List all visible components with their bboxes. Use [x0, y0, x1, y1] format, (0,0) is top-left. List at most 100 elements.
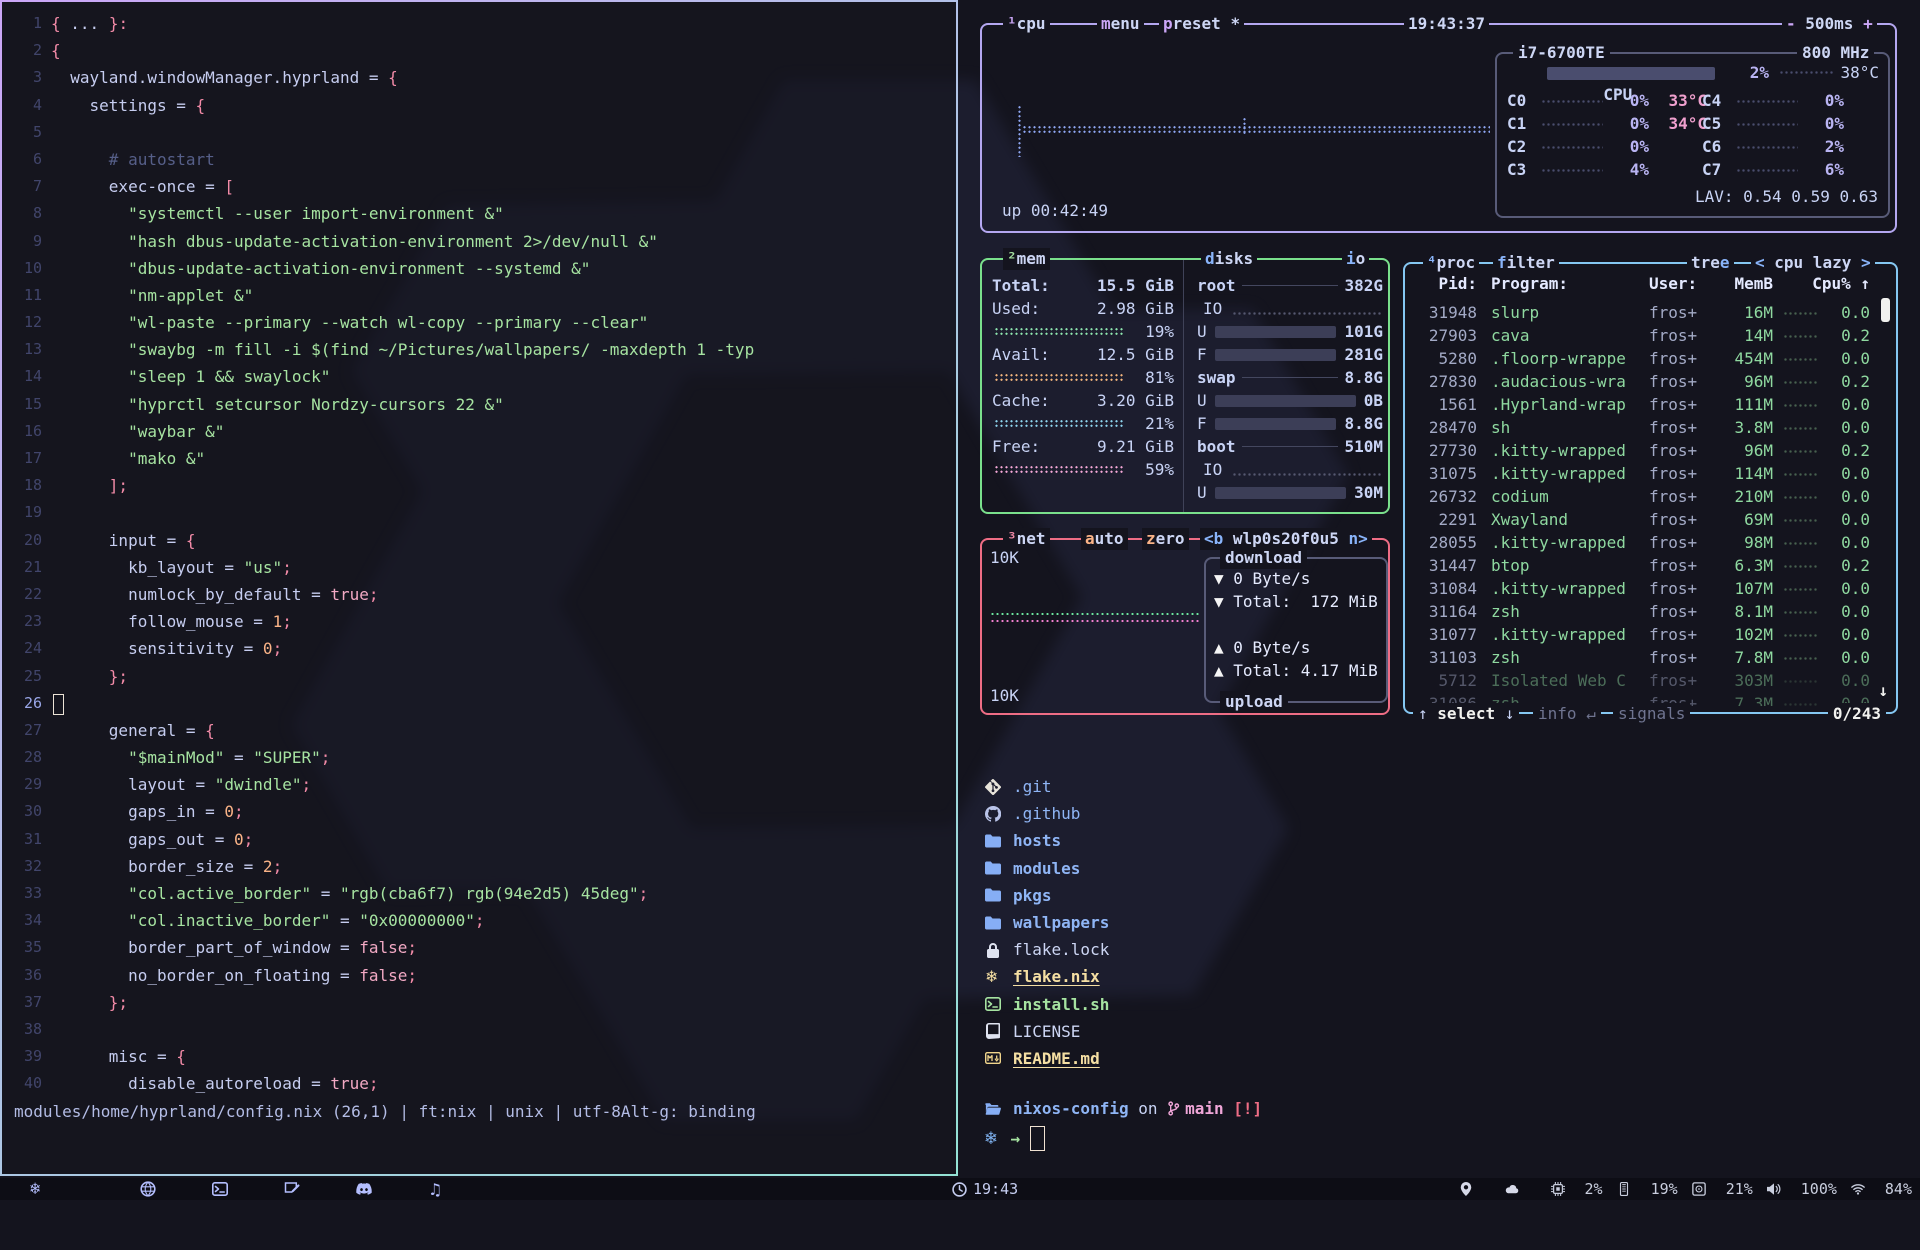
terminal-taskbar-icon[interactable]	[212, 1178, 240, 1200]
process-row[interactable]: 26732codiumfros+210M0.0	[1405, 485, 1896, 508]
line-number: 9	[2, 228, 51, 255]
terminal-cursor[interactable]	[1030, 1126, 1045, 1151]
core-row: C10%34°C	[1507, 113, 1707, 135]
hdd-value: 21%	[1726, 1180, 1753, 1198]
code-text: };	[51, 989, 956, 1016]
mem-box: ²mem disks io Total:15.5 GiBUsed:2.98 Gi…	[980, 258, 1390, 514]
sort-selector[interactable]: < cpu lazy >	[1751, 252, 1875, 274]
file-name: pkgs	[1013, 882, 1052, 909]
code-line: 22 numlock_by_default = true;	[2, 581, 956, 608]
tab-zero[interactable]: zero	[1142, 528, 1189, 550]
tab-menu[interactable]: menu	[1097, 13, 1144, 35]
shell-window[interactable]: .git.githubhostsmodulespkgswallpapersfla…	[963, 745, 1920, 1177]
core-row: C76%	[1702, 159, 1844, 181]
tab-filter[interactable]: filter	[1493, 252, 1559, 274]
code-text: layout = "dwindle";	[51, 771, 956, 798]
process-row[interactable]: 31948slurpfros+16M0.0	[1405, 301, 1896, 324]
code-line: 24 sensitivity = 0;	[2, 635, 956, 662]
process-row[interactable]: 31447btopfros+6.3M0.2	[1405, 554, 1896, 577]
clock-module[interactable]: 19:43	[952, 1178, 1018, 1200]
code-line: 29 layout = "dwindle";	[2, 771, 956, 798]
proc-header[interactable]: Pid: Program: User: MemB Cpu% ↑	[1405, 272, 1870, 295]
proc-scrollbar[interactable]	[1881, 298, 1890, 322]
process-row[interactable]: 28055.kitty-wrappedfros+98M0.0	[1405, 531, 1896, 554]
prompt-directory-line: nixos-config on main [!]	[985, 1095, 1262, 1122]
mem-meter: 59%	[992, 458, 1174, 481]
hdd-stat[interactable]: 21%	[1692, 1180, 1753, 1198]
code-text: "waybar &"	[51, 418, 956, 445]
process-row[interactable]: 2291Xwaylandfros+69M0.0	[1405, 508, 1896, 531]
file-name: README.md	[1013, 1045, 1100, 1072]
net-box: ³net auto zero <b wlp0s20f0u5 n> 10K 10K…	[980, 538, 1390, 715]
proc-count: 0/243	[1828, 703, 1886, 725]
pin-tray-icon[interactable]	[1459, 1182, 1487, 1196]
wifi-stat[interactable]: 84%	[1851, 1180, 1912, 1198]
notes-taskbar-icon[interactable]	[284, 1178, 312, 1200]
cpu-detail-panel: i7-6700TE 800 MHz CPU 2% 38°C C00%33°CC1…	[1495, 52, 1890, 218]
tab-cpu[interactable]: ¹cpu	[1003, 13, 1050, 35]
code-text	[51, 499, 956, 526]
line-number: 8	[2, 200, 51, 227]
core-row: C20%	[1507, 136, 1649, 158]
proc-box: ⁴proc filter tree < cpu lazy > Pid: Prog…	[1403, 262, 1898, 714]
chip-stat[interactable]: 2%	[1551, 1180, 1603, 1198]
speaker-stat[interactable]: 100%	[1767, 1180, 1837, 1198]
ram-stat[interactable]: 19%	[1617, 1180, 1678, 1198]
process-row[interactable]: 31077.kitty-wrappedfros+102M0.0	[1405, 623, 1896, 646]
down-speed: ▼ 0 Byte/s	[1214, 569, 1310, 588]
select-buttons[interactable]: ↑ select ↓	[1413, 703, 1519, 725]
file-row: hosts	[985, 827, 1109, 854]
process-row[interactable]: 28470shfros+3.8M0.0	[1405, 416, 1896, 439]
mem-row: Total:15.5 GiB	[992, 274, 1174, 297]
line-number: 31	[2, 826, 51, 853]
line-number: 35	[2, 934, 51, 961]
cloud-tray-icon[interactable]	[1505, 1182, 1533, 1196]
code-line: 27 general = {	[2, 717, 956, 744]
nix-launcher-icon[interactable]: ❄	[30, 1178, 40, 1200]
discord-taskbar-icon[interactable]	[356, 1178, 384, 1200]
line-number: 34	[2, 907, 51, 934]
signals-button[interactable]: signals	[1613, 703, 1690, 725]
process-row[interactable]: 5280.floorp-wrappefros+454M0.0	[1405, 347, 1896, 370]
process-row[interactable]: 27830.audacious-wrafros+96M0.2	[1405, 370, 1896, 393]
tab-io[interactable]: io	[1342, 248, 1369, 270]
process-row[interactable]: 31164zshfros+8.1M0.0	[1405, 600, 1896, 623]
tab-auto[interactable]: auto	[1081, 528, 1128, 550]
process-row[interactable]: 27730.kitty-wrappedfros+96M0.2	[1405, 439, 1896, 462]
tab-tree[interactable]: tree	[1687, 252, 1734, 274]
prompt-input-line[interactable]: ❄ →	[985, 1125, 1045, 1152]
tab-mem[interactable]: ²mem	[1003, 248, 1050, 270]
process-row[interactable]: 27903cavafros+14M0.2	[1405, 324, 1896, 347]
tab-net[interactable]: ³net	[1003, 528, 1050, 550]
speaker-value: 100%	[1801, 1180, 1837, 1198]
browser-taskbar-icon[interactable]	[140, 1178, 168, 1200]
scroll-down-icon[interactable]: ↓	[1878, 681, 1888, 700]
code-text: "mako &"	[51, 445, 956, 472]
mem-meter: 19%	[992, 320, 1174, 343]
code-text	[51, 119, 956, 146]
process-row[interactable]: 31075.kitty-wrappedfros+114M0.0	[1405, 462, 1896, 485]
code-line: 7 exec-once = [	[2, 173, 956, 200]
waybar: ❄ 19:43 2% 19% 21% 100% 84% ♫	[0, 1178, 1920, 1200]
chip-value: 2%	[1585, 1180, 1603, 1198]
disk-io-row: IO	[1197, 297, 1383, 320]
btop-clock: 19:43:37	[1404, 13, 1489, 35]
tab-disks[interactable]: disks	[1201, 248, 1257, 270]
code-area[interactable]: 1{ ... }:2{3 wayland.windowManager.hyprl…	[2, 10, 956, 1098]
folder-open-icon	[985, 1101, 1013, 1117]
prompt-arrow: →	[1010, 1125, 1020, 1152]
code-text: misc = {	[51, 1043, 956, 1070]
editor-cursor	[53, 694, 64, 715]
tab-proc[interactable]: ⁴proc	[1423, 252, 1479, 274]
process-row[interactable]: 31084.kitty-wrappedfros+107M0.0	[1405, 577, 1896, 600]
refresh-interval[interactable]: - 500ms +	[1782, 13, 1877, 35]
process-list[interactable]: 31948slurpfros+16M0.027903cavafros+14M0.…	[1405, 301, 1896, 706]
disk-stats: root382GIOU101GF281Gswap8.8GU0BF8.8Gboot…	[1197, 274, 1383, 504]
info-button[interactable]: info ↵	[1533, 703, 1601, 725]
tab-preset[interactable]: preset *	[1159, 13, 1244, 35]
process-row[interactable]: 31103zshfros+7.8M0.0	[1405, 646, 1896, 669]
editor-window[interactable]: 1{ ... }:2{3 wayland.windowManager.hyprl…	[0, 0, 958, 1176]
music-taskbar-icon[interactable]: ♫	[428, 1178, 456, 1200]
process-row[interactable]: 5712Isolated Web Cfros+303M0.0	[1405, 669, 1896, 692]
process-row[interactable]: 1561.Hyprland-wrapfros+111M0.0	[1405, 393, 1896, 416]
